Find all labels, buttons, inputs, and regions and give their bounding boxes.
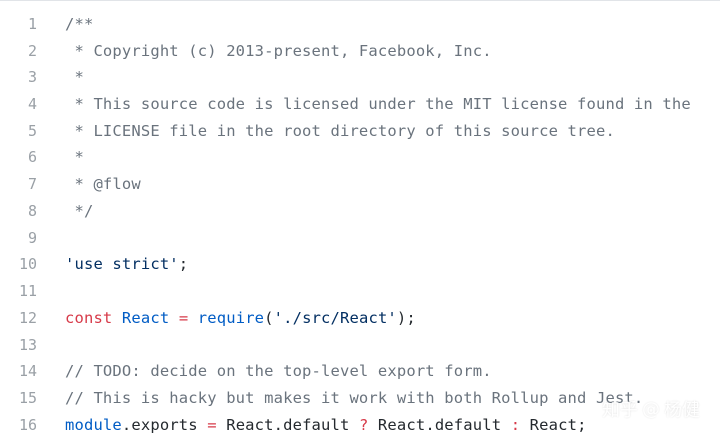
code-token-comment: */ bbox=[65, 201, 94, 220]
code-line: 1 /** bbox=[0, 11, 720, 38]
line-number[interactable]: 7 bbox=[0, 175, 37, 193]
line-code: /** bbox=[65, 15, 93, 33]
line-code: * LICENSE file in the root directory of … bbox=[65, 122, 615, 140]
code-token-comment: /** bbox=[65, 14, 94, 33]
line-code: module.exports = React.default ? React.d… bbox=[65, 416, 587, 434]
code-token-plain: React; bbox=[520, 415, 587, 434]
code-token-keyword: : bbox=[510, 415, 521, 434]
code-token-plain: ; bbox=[178, 255, 189, 274]
line-number[interactable]: 16 bbox=[0, 416, 37, 434]
line-code: * Copyright (c) 2013-present, Facebook, … bbox=[65, 42, 492, 60]
code-token-identifier: module bbox=[65, 415, 122, 434]
code-token-plain: .exports bbox=[121, 415, 208, 434]
code-line: 10 'use strict'; bbox=[0, 251, 720, 278]
code-token-comment: // TODO: decide on the top-level export … bbox=[65, 362, 492, 381]
line-number[interactable]: 11 bbox=[0, 282, 37, 300]
code-line: 6 * bbox=[0, 144, 720, 171]
code-token-comment: * LICENSE file in the root directory of … bbox=[65, 121, 615, 140]
line-number[interactable]: 14 bbox=[0, 362, 37, 380]
line-number[interactable]: 9 bbox=[0, 229, 37, 247]
code-token-string: './src/React' bbox=[273, 308, 397, 327]
line-code: * @flow bbox=[65, 175, 141, 193]
code-line: 8 */ bbox=[0, 198, 720, 225]
line-number[interactable]: 1 bbox=[0, 15, 37, 33]
line-number[interactable]: 4 bbox=[0, 95, 37, 113]
code-token-identifier: require bbox=[197, 308, 265, 327]
code-line: 11 bbox=[0, 278, 720, 305]
line-number[interactable]: 2 bbox=[0, 42, 37, 60]
code-token-comment: * bbox=[65, 68, 84, 87]
line-number[interactable]: 8 bbox=[0, 202, 37, 220]
code-viewer: 1 /** 2 * Copyright (c) 2013-present, Face… bbox=[0, 0, 720, 442]
code-token-plain: React.default bbox=[368, 415, 511, 434]
code-line: 14 // TODO: decide on the top-level expor… bbox=[0, 358, 720, 385]
code-token-plain: React.default bbox=[216, 415, 359, 434]
line-number[interactable]: 5 bbox=[0, 122, 37, 140]
line-code: */ bbox=[65, 202, 93, 220]
code-token-comment: * Copyright (c) 2013-present, Facebook, … bbox=[65, 41, 492, 60]
line-number[interactable]: 15 bbox=[0, 389, 37, 407]
line-number[interactable]: 3 bbox=[0, 68, 37, 86]
watermark-author: 杨健 bbox=[664, 400, 700, 421]
line-number[interactable]: 6 bbox=[0, 148, 37, 166]
code-line: 5 * LICENSE file in the root directory o… bbox=[0, 117, 720, 144]
line-number[interactable]: 10 bbox=[0, 255, 37, 273]
code-token-string: 'use strict' bbox=[65, 255, 179, 274]
code-token-plain: ( bbox=[264, 308, 274, 327]
code-token-keyword: = bbox=[207, 415, 217, 434]
code-token-plain: ); bbox=[396, 308, 416, 327]
watermark-site: 知乎 bbox=[602, 400, 638, 421]
code-line: 4 * This source code is licensed under t… bbox=[0, 91, 720, 118]
line-code: // This is hacky but makes it work with … bbox=[65, 389, 643, 407]
line-number[interactable]: 13 bbox=[0, 336, 37, 354]
line-code: * bbox=[65, 68, 84, 86]
line-code: * bbox=[65, 148, 84, 166]
code-line: 9 bbox=[0, 224, 720, 251]
code-token-comment: * bbox=[65, 148, 84, 167]
line-code: const React = require('./src/React'); bbox=[65, 309, 416, 327]
code-line: 2 * Copyright (c) 2013-present, Facebook… bbox=[0, 37, 720, 64]
code-token-keyword: = bbox=[178, 308, 189, 327]
code-token-comment: // This is hacky but makes it work with … bbox=[65, 389, 644, 408]
line-code: 'use strict'; bbox=[65, 255, 188, 273]
code-line: 13 bbox=[0, 331, 720, 358]
code-token-keyword: const bbox=[65, 308, 113, 327]
line-number[interactable]: 12 bbox=[0, 309, 37, 327]
code-line: 3 * bbox=[0, 64, 720, 91]
code-token-comment: * @flow bbox=[65, 175, 141, 194]
line-code: // TODO: decide on the top-level export … bbox=[65, 362, 492, 380]
code-token-identifier: React bbox=[121, 308, 170, 327]
line-code: * This source code is licensed under the… bbox=[65, 95, 691, 113]
code-token-comment: * This source code is licensed under the… bbox=[65, 95, 691, 114]
code-line: 12 const React = require('./src/React'); bbox=[0, 305, 720, 332]
watermark: 知乎 @ 杨健 bbox=[602, 396, 700, 422]
watermark-separator: @ bbox=[642, 398, 660, 420]
code-line: 7 * @flow bbox=[0, 171, 720, 198]
